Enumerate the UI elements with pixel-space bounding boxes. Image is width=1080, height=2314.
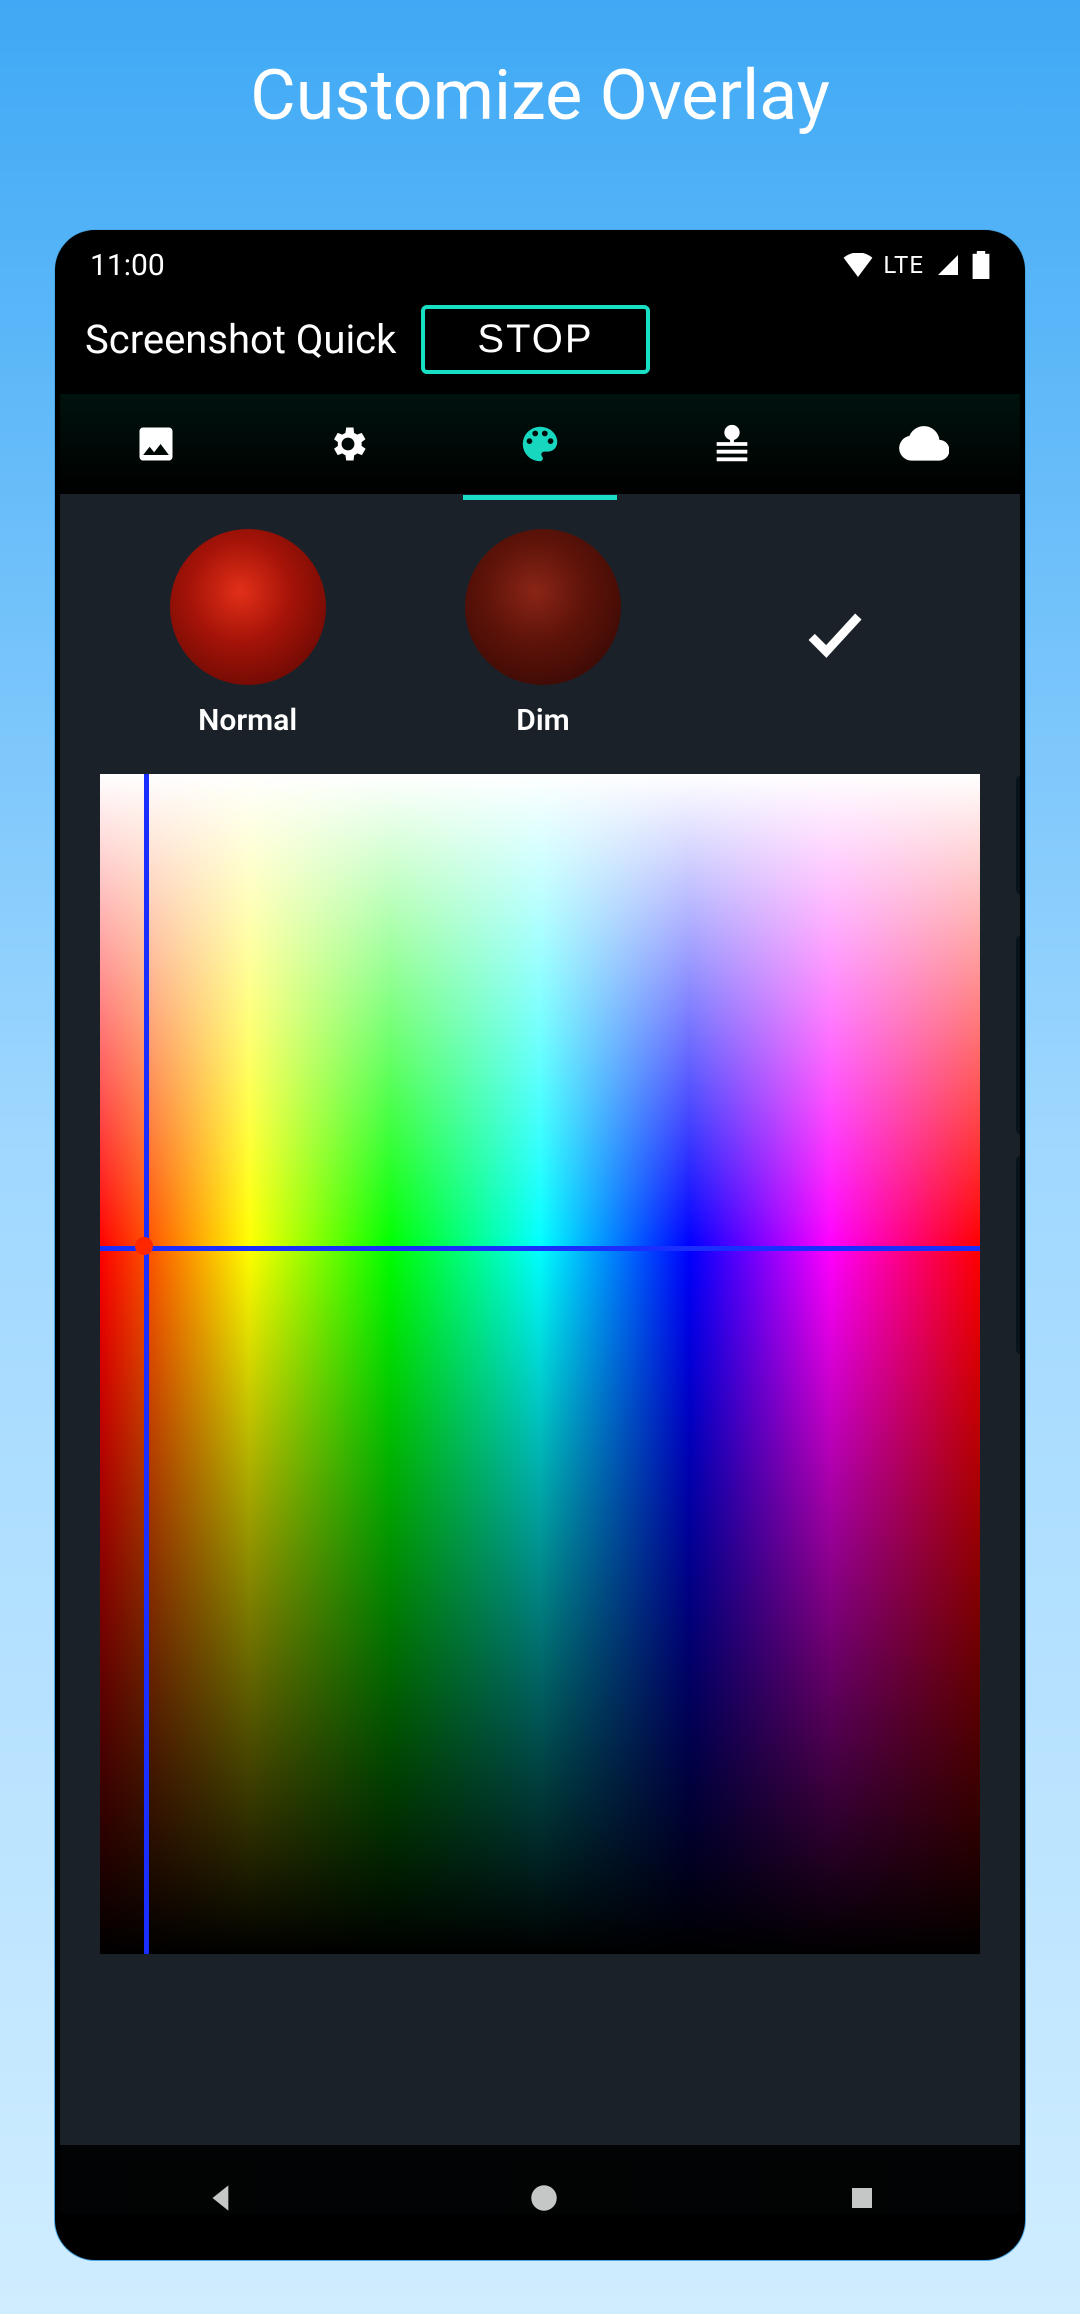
check-icon [800, 599, 870, 669]
nav-home-button[interactable] [527, 2181, 561, 2219]
tab-settings[interactable] [252, 394, 444, 494]
stop-button[interactable]: STOP [421, 305, 649, 374]
picker-crosshair-v [144, 774, 149, 1954]
status-time: 11:00 [90, 248, 165, 283]
donate-icon [709, 421, 755, 467]
confirm-button[interactable] [760, 599, 910, 669]
volume-down-button [1016, 1155, 1025, 1355]
promo-title: Customize Overlay [0, 0, 1080, 137]
status-bar: 11:00 LTE [60, 235, 1020, 295]
swatch-normal-label: Normal [170, 703, 326, 738]
tab-gallery[interactable] [60, 394, 252, 494]
power-button [1016, 775, 1025, 895]
nav-back-button[interactable] [203, 2179, 241, 2221]
swatch-row: Normal Dim [100, 529, 980, 738]
network-label: LTE [883, 251, 924, 279]
android-nav-bar [60, 2145, 1020, 2255]
swatch-dim[interactable]: Dim [465, 529, 621, 738]
picker-crosshair-dot [135, 1237, 153, 1255]
back-icon [203, 2179, 241, 2217]
palette-icon [517, 421, 563, 467]
picker-crosshair-h [100, 1246, 980, 1251]
gallery-icon [134, 422, 178, 466]
swatch-normal-preview [170, 529, 326, 685]
swatch-normal[interactable]: Normal [170, 529, 326, 738]
wifi-icon [843, 253, 873, 277]
tab-donate[interactable] [636, 394, 828, 494]
color-picker[interactable] [100, 774, 980, 1954]
device-frame: 11:00 LTE Screenshot Quick STOP [55, 230, 1025, 2260]
tab-cloud[interactable] [828, 394, 1020, 494]
app-title: Screenshot Quick [85, 316, 396, 363]
tab-bar [60, 394, 1020, 494]
home-icon [527, 2181, 561, 2215]
content-area: Normal Dim [60, 494, 1020, 2214]
volume-up-button [1016, 935, 1025, 1135]
swatch-dim-label: Dim [465, 703, 621, 738]
gear-icon [326, 422, 370, 466]
nav-recent-button[interactable] [847, 2183, 877, 2217]
cloud-icon [899, 419, 949, 469]
recent-icon [847, 2183, 877, 2213]
tab-palette[interactable] [444, 394, 636, 494]
app-header: Screenshot Quick STOP [60, 295, 1020, 394]
signal-icon [934, 253, 962, 277]
swatch-dim-preview [465, 529, 621, 685]
battery-icon [972, 251, 990, 279]
